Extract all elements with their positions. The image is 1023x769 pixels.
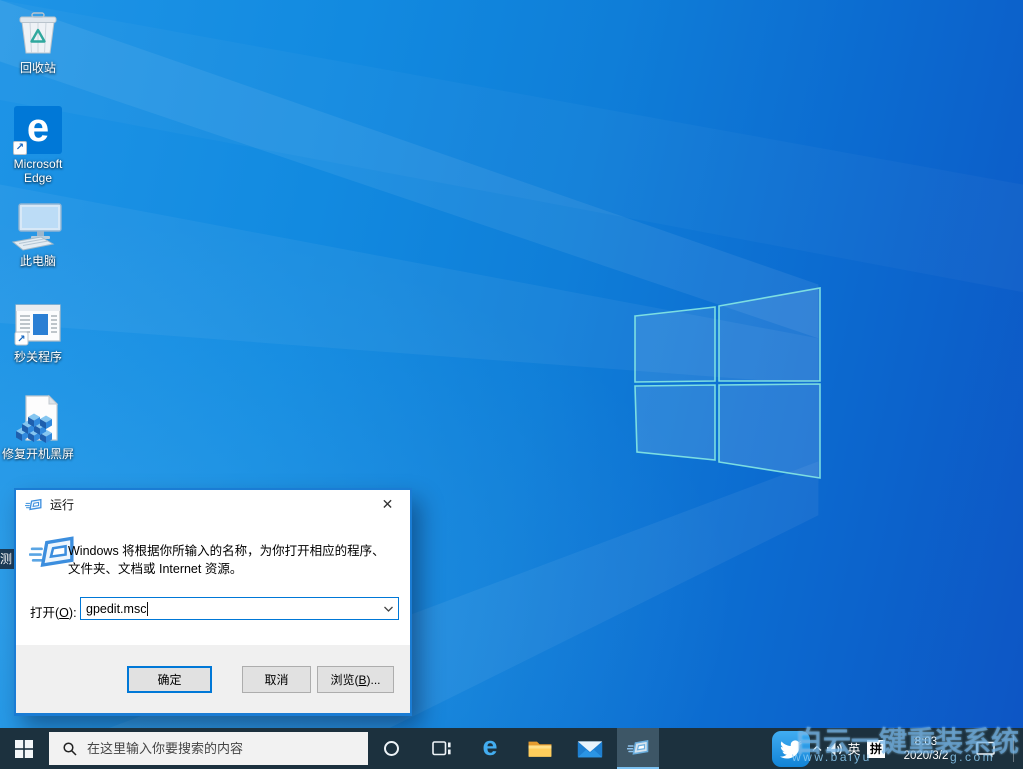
edge-icon: e ↗ <box>14 106 62 154</box>
edge-taskbar-button[interactable]: e <box>474 728 506 769</box>
desktop-icon-program[interactable]: ↗ 秒关程序 <box>0 301 76 364</box>
desktop-icon-recycle-bin[interactable]: 回收站 <box>0 6 76 75</box>
recycle-bin-icon <box>0 6 76 58</box>
search-icon <box>62 741 78 757</box>
tray-time: 8:03 <box>915 735 937 749</box>
desktop-icon-label: 秒关程序 <box>0 350 76 364</box>
windows-logo-wallpaper <box>628 284 828 484</box>
windows-logo-icon <box>15 740 33 758</box>
description-line1: Windows 将根据你所输入的名称，为你打开相应的程序、 <box>68 542 398 560</box>
action-center-icon <box>975 740 996 758</box>
desktop-icon-partial-label[interactable]: 测 <box>0 549 14 569</box>
task-view-icon <box>431 740 452 757</box>
desktop: 回收站 e ↗ Microsoft Edge 此电脑 <box>0 0 1023 769</box>
desktop-icon-label: 回收站 <box>0 61 76 75</box>
show-desktop-divider[interactable] <box>1013 735 1014 762</box>
file-explorer-button[interactable] <box>524 728 556 769</box>
bird-icon <box>779 739 803 759</box>
folder-icon <box>527 738 553 759</box>
taskbar: e <box>0 728 1023 769</box>
desktop-icon-microsoft-edge[interactable]: e ↗ Microsoft Edge <box>0 106 76 185</box>
action-center-button[interactable] <box>968 728 1002 769</box>
run-dialog: 运行 ✕ Windows 将根据你所输入的名称，为你打开相应的程序、 文件夹、文… <box>14 488 412 716</box>
speaker-icon <box>826 741 843 757</box>
start-button[interactable] <box>0 728 48 769</box>
language-indicator[interactable]: 英 <box>844 728 864 769</box>
taskbar-clock[interactable]: 8:03 2020/3/2 <box>898 728 954 769</box>
volume-button[interactable] <box>824 728 844 769</box>
mail-button[interactable] <box>574 728 606 769</box>
run-dialog-titlebar[interactable]: 运行 ✕ <box>16 490 410 519</box>
tray-date: 2020/3/2 <box>904 749 949 763</box>
edge-icon: e <box>482 733 497 760</box>
run-icon <box>627 739 649 757</box>
run-dialog-title: 运行 <box>50 496 74 513</box>
chevron-down-icon[interactable] <box>383 602 394 621</box>
run-dialog-footer: 确定 取消 浏览(B)... <box>16 645 410 713</box>
run-icon <box>25 498 42 512</box>
open-field-label: 打开(O): <box>30 602 77 621</box>
desktop-icon-label: 此电脑 <box>0 254 76 268</box>
cancel-button[interactable]: 取消 <box>242 666 311 693</box>
desktop-icon-fix-black-screen[interactable]: 修复开机黑屏 <box>0 394 76 461</box>
search-input[interactable] <box>87 741 347 756</box>
browse-button[interactable]: 浏览(B)... <box>317 666 394 693</box>
ime-icon: 拼 <box>867 740 885 758</box>
registry-file-icon <box>0 394 76 444</box>
svg-text:↗: ↗ <box>17 334 25 345</box>
run-command-value: gpedit.msc <box>86 602 146 616</box>
description-line2: 文件夹、文档或 Internet 资源。 <box>68 560 398 578</box>
desktop-icon-label: Microsoft Edge <box>0 157 76 185</box>
taskbar-search-box[interactable] <box>49 732 368 765</box>
text-cursor <box>147 602 148 616</box>
desktop-icon-label: 修复开机黑屏 <box>0 447 76 461</box>
close-icon[interactable]: ✕ <box>365 490 410 519</box>
chevron-up-icon <box>812 745 822 752</box>
task-view-button[interactable] <box>425 728 457 769</box>
this-pc-icon <box>0 201 76 251</box>
shortcut-arrow-icon: ↗ <box>13 141 27 155</box>
run-dialog-description: Windows 将根据你所输入的名称，为你打开相应的程序、 文件夹、文档或 In… <box>68 542 398 578</box>
baiyun-tray-app-button[interactable] <box>772 731 810 767</box>
program-window-icon: ↗ <box>0 301 76 347</box>
desktop-icon-this-pc[interactable]: 此电脑 <box>0 201 76 268</box>
cortana-icon <box>384 741 399 756</box>
mail-icon <box>577 739 603 759</box>
cortana-button[interactable] <box>375 728 407 769</box>
ime-mode-button[interactable]: 拼 <box>864 728 888 769</box>
run-dialog-taskbar-button[interactable] <box>617 728 659 769</box>
run-command-input[interactable]: gpedit.msc <box>80 597 399 620</box>
ok-button[interactable]: 确定 <box>127 666 212 693</box>
show-hidden-icons-button[interactable] <box>810 728 824 769</box>
